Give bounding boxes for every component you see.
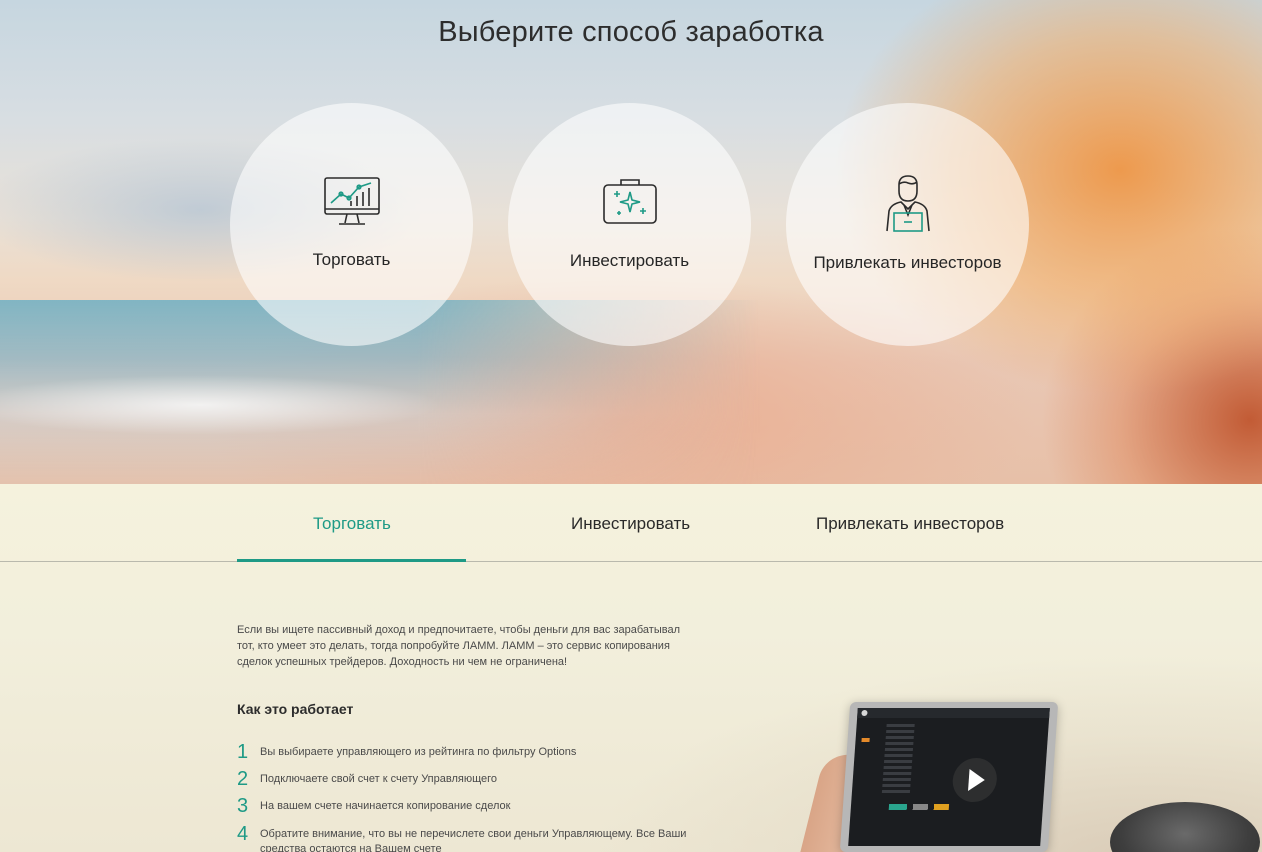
screen-topbar [857,708,1050,718]
option-trade-label: Торговать [312,250,391,269]
step-item: 1 Вы выбираете управляющего из рейтинга … [237,742,700,762]
step-text: Подключаете свой счет к счету Управляюще… [260,773,498,785]
step-number: 2 [237,768,249,790]
tab-attract-investors[interactable]: Привлекать инвесторов [816,514,1004,534]
step-item: 3 На вашем счете начинается копирование … [237,796,700,816]
step-number: 3 [237,795,249,817]
chart-monitor-icon [323,177,380,225]
step-text: Обратите внимание, что вы не перечислете… [260,828,687,852]
screen-orderbook [881,724,915,794]
manager-laptop-icon [885,175,930,232]
laptop-screen [848,708,1050,846]
hero-title: Выберите способ заработка [438,16,824,48]
step-number: 1 [237,741,249,763]
tab-invest[interactable]: Инвестировать [571,514,690,534]
step-text: На вашем счете начинается копирование сд… [260,800,511,812]
tab-bar: Торговать Инвестировать Привлекать инвес… [0,484,1262,562]
option-attract-investors[interactable]: Привлекать инвесторов [786,103,1029,346]
details-section: Торговать Инвестировать Привлекать инвес… [0,484,1262,852]
briefcase-sparkle-icon [602,179,657,224]
background-hat [1110,802,1260,852]
step-item: 2 Подключаете свой счет к счету Управляю… [237,769,700,789]
video-laptop-image [839,702,1059,852]
intro-text: Если вы ищете пассивный доход и предпочи… [237,624,680,668]
step-number: 4 [237,823,249,845]
option-trade[interactable]: Торговать [230,103,473,346]
option-invest[interactable]: Инвестировать [508,103,751,346]
option-invest-label: Инвестировать [569,251,690,270]
screen-buttons [888,804,950,810]
step-item: 4 Обратите внимание, что вы не перечисле… [237,824,700,852]
how-it-works-title: Как это работает [237,701,354,717]
background-surf [0,360,700,450]
active-tab-indicator [237,559,466,562]
play-video-button[interactable] [951,758,999,802]
screen-marker [861,738,870,742]
hero-section: Выберите способ заработка Торговать Инве… [0,0,1262,484]
tab-trade[interactable]: Торговать [313,514,391,534]
step-text: Вы выбираете управляющего из рейтинга по… [260,746,577,758]
option-attract-investors-label: Привлекать инвесторов [813,253,1002,272]
